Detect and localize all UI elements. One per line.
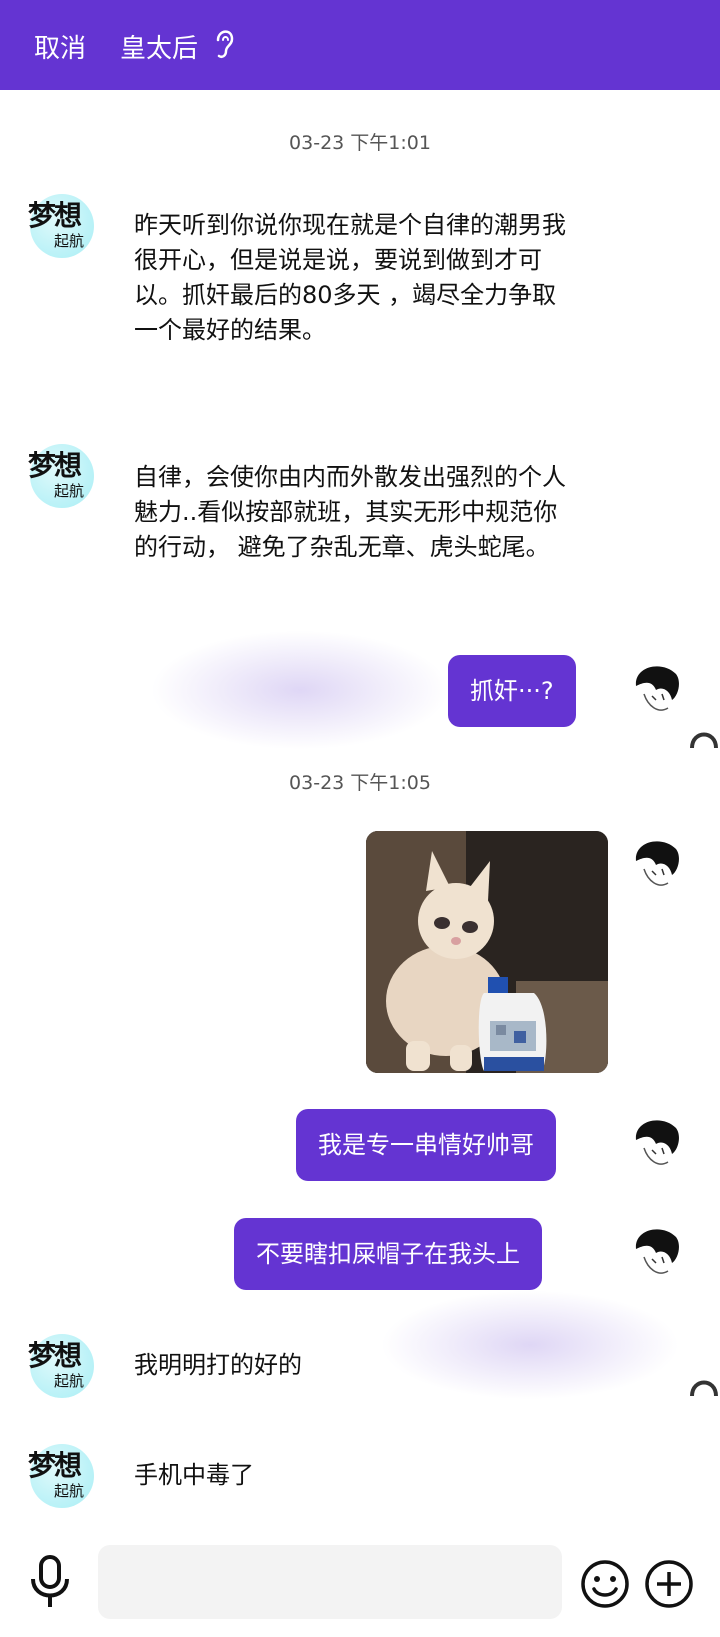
message-text[interactable]: 昨天听到你说你现在就是个自律的潮男我很开心，但是说是说，要说到做到才可以。抓奸最… [134,208,574,348]
my-avatar[interactable] [622,831,690,899]
my-message-bubble[interactable]: 抓奸···? [448,655,576,727]
background-glow [380,1290,680,1400]
shared-image-crying-cat[interactable] [366,831,608,1073]
top-bar: 取消 皇太后 [0,0,720,90]
input-bar [0,1545,720,1637]
message-text[interactable]: 我明明打的好的 [134,1348,302,1383]
message-input[interactable] [98,1545,562,1619]
my-message-bubble[interactable]: 不要瞎扣屎帽子在我头上 [234,1218,542,1290]
ear-icon[interactable] [214,26,236,64]
emoji-icon[interactable] [580,1559,630,1613]
message-text[interactable]: 手机中毒了 [134,1458,254,1493]
background-glow [150,630,450,750]
contact-avatar[interactable]: 梦想 起航 [26,190,96,260]
microphone-icon[interactable] [28,1555,72,1613]
my-avatar[interactable] [622,1219,690,1287]
timestamp: 03-23 下午1:05 [289,772,431,794]
my-avatar[interactable] [622,1110,690,1178]
message-text[interactable]: 自律，会使你由内而外散发出强烈的个人魅力..看似按部就班，其实无形中规范你的行动… [134,460,574,565]
plus-icon[interactable] [644,1559,694,1613]
my-message-bubble[interactable]: 我是专一串情好帅哥 [296,1109,556,1181]
cancel-button[interactable]: 取消 [34,28,86,65]
contact-avatar[interactable]: 梦想 起航 [26,1330,96,1400]
scroll-indicator-icon[interactable] [688,720,720,750]
contact-avatar[interactable]: 梦想 起航 [26,1440,96,1510]
contact-avatar[interactable]: 梦想 起航 [26,440,96,510]
scroll-indicator-icon[interactable] [688,1368,720,1398]
my-avatar[interactable] [622,656,690,724]
timestamp: 03-23 下午1:01 [289,132,431,154]
chat-title: 皇太后 [120,34,199,64]
